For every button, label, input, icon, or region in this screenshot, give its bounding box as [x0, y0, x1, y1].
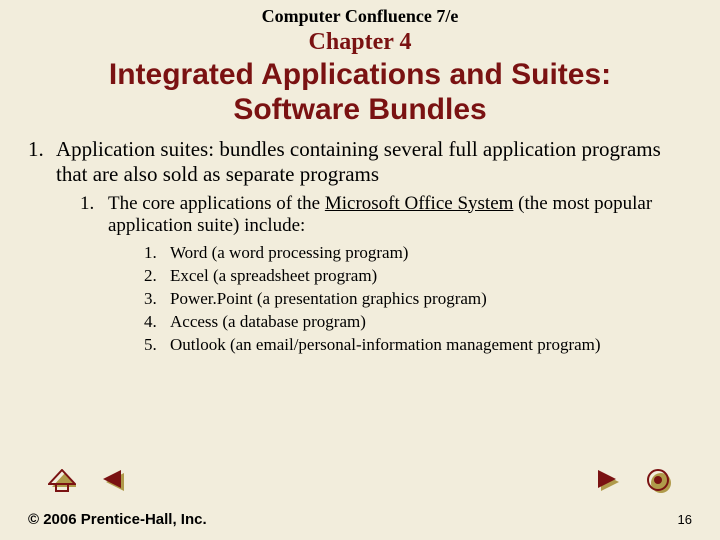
list-number: 2. [144, 265, 164, 288]
chapter-number: Chapter 4 [0, 29, 720, 56]
book-title: Computer Confluence 7/e [0, 6, 720, 27]
chapter-title-line2: Software Bundles [233, 93, 486, 126]
list-number: 1. [80, 193, 102, 239]
list-number: 1. [144, 242, 164, 265]
list-item: 2. Excel (a spreadsheet program) [144, 265, 692, 288]
list-text: Outlook (an email/personal-information m… [170, 334, 601, 357]
list-text: Word (a word processing program) [170, 242, 408, 265]
list-item: 1. Word (a word processing program) [144, 242, 692, 265]
slide-content: 1. Application suites: bundles containin… [0, 127, 720, 357]
text-pre: The core applications of the [108, 193, 325, 214]
list-item: 3. Power.Point (a presentation graphics … [144, 288, 692, 311]
home-button[interactable] [48, 469, 76, 493]
list-item: 1. The core applications of the Microsof… [80, 193, 692, 239]
chapter-title-line1: Integrated Applications and Suites: [109, 58, 611, 91]
previous-button[interactable] [100, 469, 128, 493]
page-number: 16 [678, 512, 692, 527]
end-button[interactable] [646, 468, 672, 494]
list-text: The core applications of the Microsoft O… [108, 193, 692, 239]
list-number: 3. [144, 288, 164, 311]
chapter-title: Integrated Applications and Suites: Soft… [0, 58, 720, 127]
list-text: Access (a database program) [170, 311, 366, 334]
list-text: Excel (a spreadsheet program) [170, 265, 377, 288]
list-item: 5. Outlook (an email/personal-informatio… [144, 334, 692, 357]
copyright-text: © 2006 Prentice-Hall, Inc. [28, 511, 207, 528]
nav-bar [0, 468, 720, 494]
next-button[interactable] [594, 469, 622, 493]
ms-office-link[interactable]: Microsoft Office System [325, 193, 514, 214]
slide-header: Computer Confluence 7/e Chapter 4 Integr… [0, 0, 720, 127]
nav-left-group [48, 469, 128, 493]
list-text: Application suites: bundles containing s… [56, 137, 692, 187]
list-number: 4. [144, 311, 164, 334]
list-number: 1. [28, 137, 50, 187]
list-item: 1. Application suites: bundles containin… [28, 137, 692, 187]
list-text: Power.Point (a presentation graphics pro… [170, 288, 487, 311]
list-number: 5. [144, 334, 164, 357]
slide-footer: © 2006 Prentice-Hall, Inc. 16 [0, 511, 720, 528]
nav-right-group [594, 468, 672, 494]
inner-list: 1. Word (a word processing program) 2. E… [144, 242, 692, 357]
list-item: 4. Access (a database program) [144, 311, 692, 334]
